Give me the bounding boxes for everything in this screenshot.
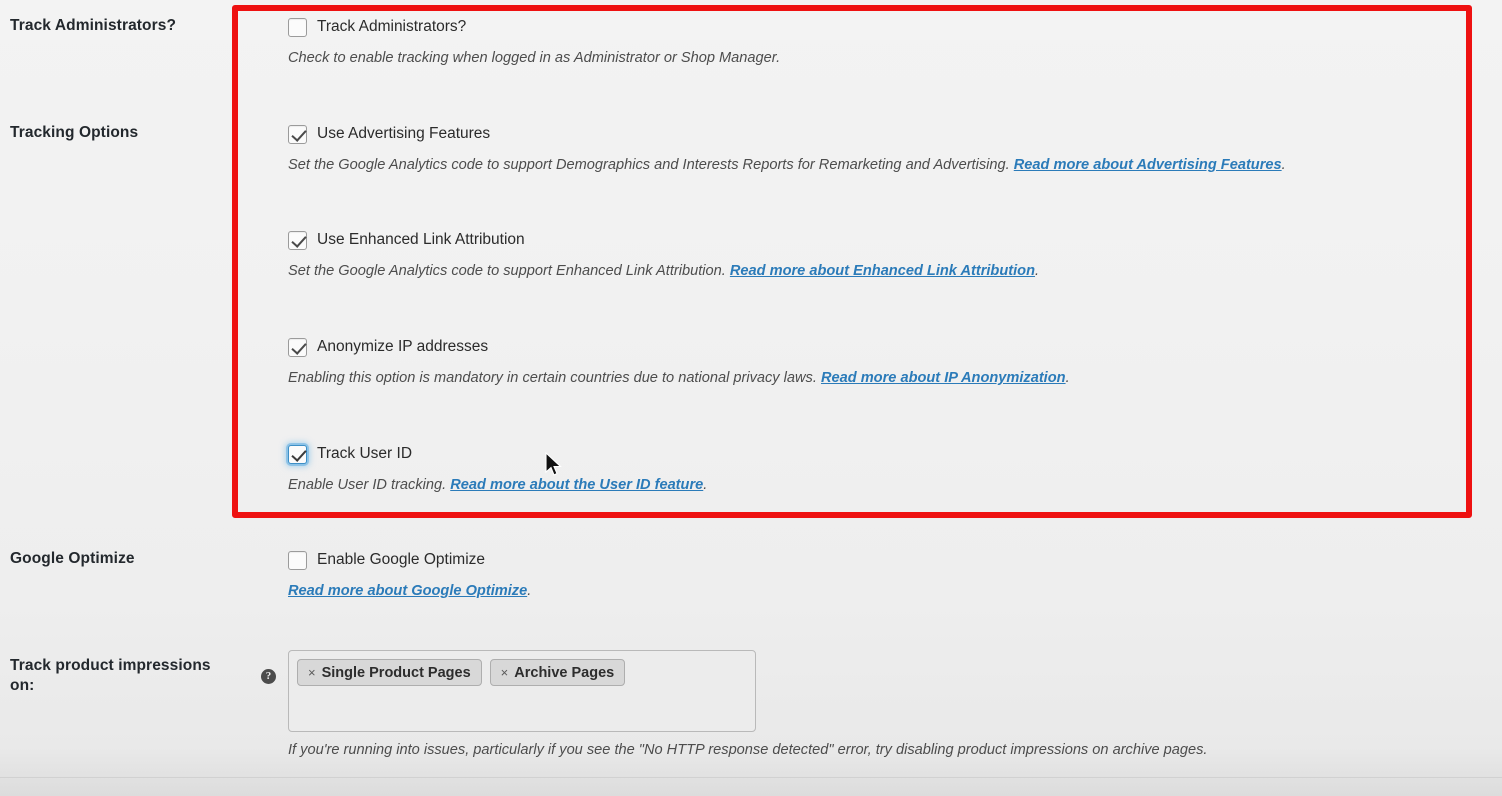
option-enable-google-optimize: Enable Google Optimize Read more about G… <box>288 549 531 602</box>
description-use-advertising-features: Set the Google Analytics code to support… <box>288 156 1286 176</box>
option-use-enhanced-link-attribution: Use Enhanced Link Attribution Set the Go… <box>288 229 1039 282</box>
checkbox-enable-google-optimize[interactable] <box>288 550 307 570</box>
token-remove-icon[interactable]: × <box>308 666 316 679</box>
checkbox-line-anonymize-ip-addresses[interactable]: Anonymize IP addresses <box>288 336 1070 358</box>
checkbox-line-track-administrators[interactable]: Track Administrators? <box>288 16 780 38</box>
description-text: Set the Google Analytics code to support… <box>288 263 730 279</box>
link-read-more-enhanced-link-attribution[interactable]: Read more about Enhanced Link Attributio… <box>730 263 1035 279</box>
setting-row-google-optimize: Google Optimize <box>10 549 1490 569</box>
bottom-divider <box>0 777 1502 778</box>
link-read-more-ip-anonymization[interactable]: Read more about IP Anonymization <box>821 370 1066 386</box>
description-text: Check to enable tracking when logged in … <box>288 50 781 66</box>
description-anonymize-ip-addresses: Enabling this option is mandatory in cer… <box>288 369 1070 389</box>
description-text-tail: . <box>1065 370 1070 386</box>
token-single-product-pages[interactable]: × Single Product Pages <box>297 659 482 686</box>
description-text-tail: . <box>703 477 708 493</box>
description-text: Enabling this option is mandatory in cer… <box>288 370 821 386</box>
checkbox-line-use-advertising-features[interactable]: Use Advertising Features <box>288 123 1286 145</box>
help-icon[interactable]: ? <box>261 669 276 684</box>
settings-sheet: Track Administrators? Track Administrato… <box>0 0 1502 796</box>
checkbox-track-user-id[interactable] <box>288 444 307 464</box>
description-track-administrators: Check to enable tracking when logged in … <box>288 49 780 69</box>
checkbox-line-use-enhanced-link-attribution[interactable]: Use Enhanced Link Attribution <box>288 229 1039 251</box>
link-read-more-advertising-features[interactable]: Read more about Advertising Features <box>1014 157 1282 173</box>
description-use-enhanced-link-attribution: Set the Google Analytics code to support… <box>288 262 1039 282</box>
token-remove-icon[interactable]: × <box>501 666 509 679</box>
checkbox-label-anonymize-ip-addresses: Anonymize IP addresses <box>317 338 489 356</box>
description-text-tail: . <box>527 583 532 599</box>
checkbox-line-track-user-id[interactable]: Track User ID <box>288 443 707 465</box>
description-enable-google-optimize: Read more about Google Optimize. <box>288 582 531 602</box>
link-read-more-google-optimize[interactable]: Read more about Google Optimize <box>288 583 527 599</box>
token-label: Archive Pages <box>514 664 615 681</box>
description-text-tail: . <box>1281 157 1286 173</box>
checkbox-label-track-user-id: Track User ID <box>317 445 413 463</box>
checkbox-use-advertising-features[interactable] <box>288 124 307 144</box>
description-text: Enable User ID tracking. <box>288 477 451 493</box>
row-label-track-product-impressions: Track product impressions on: <box>10 657 211 695</box>
checkbox-label-use-advertising-features: Use Advertising Features <box>317 125 491 143</box>
checkbox-label-track-administrators: Track Administrators? <box>317 18 467 36</box>
checkbox-line-enable-google-optimize[interactable]: Enable Google Optimize <box>288 549 531 571</box>
checkbox-label-use-enhanced-link-attribution: Use Enhanced Link Attribution <box>317 231 525 249</box>
checkbox-track-administrators[interactable] <box>288 17 307 37</box>
description-track-user-id: Enable User ID tracking. Read more about… <box>288 476 707 496</box>
product-impressions-token-input[interactable]: × Single Product Pages × Archive Pages <box>288 650 756 732</box>
description-text-tail: . <box>1035 263 1040 279</box>
token-label: Single Product Pages <box>321 664 471 681</box>
option-anonymize-ip-addresses: Anonymize IP addresses Enabling this opt… <box>288 336 1070 389</box>
option-use-advertising-features: Use Advertising Features Set the Google … <box>288 123 1286 176</box>
row-label-tracking-options: Tracking Options <box>10 124 139 141</box>
token-archive-pages[interactable]: × Archive Pages <box>489 659 626 686</box>
setting-row-track-product-impressions: Track product impressions on: <box>10 656 270 696</box>
checkbox-use-enhanced-link-attribution[interactable] <box>288 230 307 250</box>
row-label-google-optimize: Google Optimize <box>10 550 135 567</box>
option-track-administrators: Track Administrators? Check to enable tr… <box>288 16 780 69</box>
row-label-track-administrators: Track Administrators? <box>10 17 177 34</box>
product-impressions-note: If you're running into issues, particula… <box>288 742 1208 758</box>
option-track-user-id: Track User ID Enable User ID tracking. R… <box>288 443 707 496</box>
description-text: Set the Google Analytics code to support… <box>288 157 1014 173</box>
checkbox-anonymize-ip-addresses[interactable] <box>288 337 307 357</box>
link-read-more-user-id-feature[interactable]: Read more about the User ID feature <box>450 477 703 493</box>
checkbox-label-enable-google-optimize: Enable Google Optimize <box>317 551 486 569</box>
